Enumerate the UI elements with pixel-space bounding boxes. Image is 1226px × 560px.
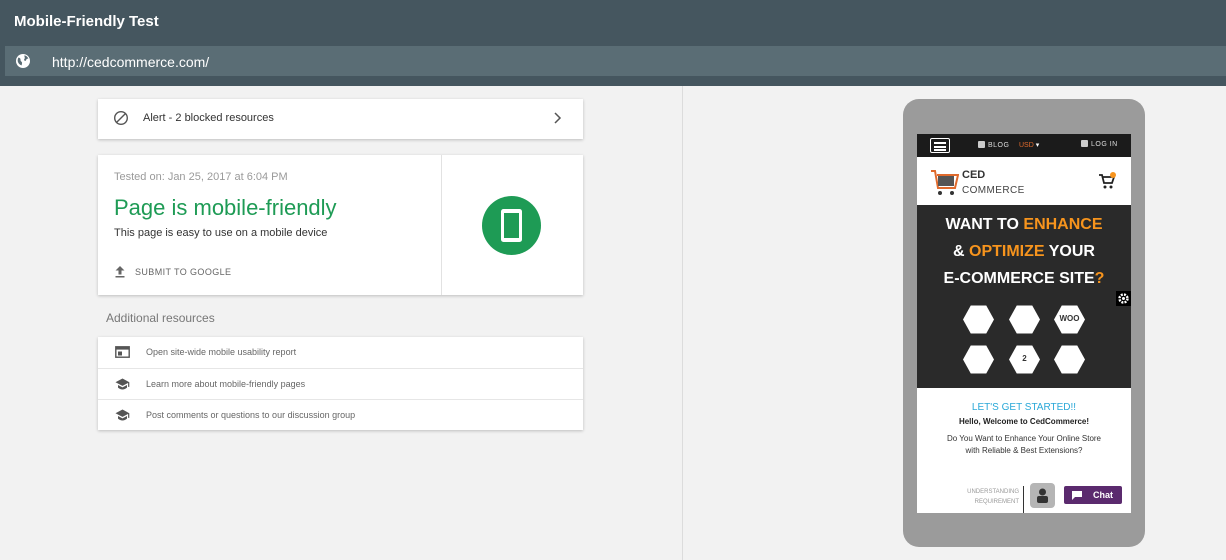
resource-item-label: Post comments or questions to our discus… xyxy=(146,410,356,420)
preview-brand-bottom: COMMERCE xyxy=(962,185,1025,196)
platform-hex-icon: WOO xyxy=(1054,305,1085,334)
chat-button[interactable]: Chat xyxy=(1064,486,1122,504)
preview-currency: USD ▾ xyxy=(1019,141,1039,149)
preview-brand-top: CED xyxy=(962,169,986,181)
blocked-icon xyxy=(113,110,129,126)
platform-hex-icon xyxy=(963,345,994,374)
resource-item-label: Open site-wide mobile usability report xyxy=(146,347,297,357)
hero-highlight: ? xyxy=(1094,270,1105,287)
resource-item-label: Learn more about mobile-friendly pages xyxy=(146,379,306,389)
platform-label: 2 xyxy=(1022,354,1027,363)
mobile-friendly-badge xyxy=(482,196,541,255)
caret-down-icon: ▾ xyxy=(1035,142,1040,149)
chevron-right-icon xyxy=(554,112,562,124)
login-icon xyxy=(1081,140,1088,147)
preview-hero-banner: WANT TO ENHANCE & OPTIMIZE YOUR E-COMMER… xyxy=(917,205,1131,388)
preview-question-line: with Reliable & Best Extensions? xyxy=(965,446,1083,455)
hero-text: WANT TO xyxy=(945,216,1024,233)
preview-login-link: LOG IN xyxy=(1081,140,1118,148)
resource-item-learn-more[interactable]: Learn more about mobile-friendly pages xyxy=(98,368,583,399)
report-icon xyxy=(115,346,130,358)
preview-lets-get-started: LET'S GET STARTED!! xyxy=(971,402,1077,413)
blocked-resources-alert[interactable]: Alert - 2 blocked resources xyxy=(98,99,583,139)
hero-line-1: WANT TO ENHANCE xyxy=(917,216,1131,234)
preview-top-bar: BLOG USD ▾ LOG IN xyxy=(917,134,1131,157)
preview-currency-label: USD xyxy=(1019,142,1034,149)
platform-hex-icon xyxy=(1054,345,1085,374)
chat-label: Chat xyxy=(1093,490,1113,500)
preview-hello: Hello, Welcome to CedCommerce! xyxy=(958,417,1090,426)
preview-question: Do You Want to Enhance Your Online Store… xyxy=(917,433,1131,457)
preview-blog-label: BLOG xyxy=(988,142,1010,149)
school-icon xyxy=(115,409,130,421)
result-card: Tested on: Jan 25, 2017 at 6:04 PM Page … xyxy=(98,155,583,295)
hero-highlight: ENHANCE xyxy=(1023,216,1103,233)
blog-icon xyxy=(978,141,985,148)
preview-login-label: LOG IN xyxy=(1091,141,1118,148)
school-icon xyxy=(115,378,130,390)
platform-hex-icon: 2 xyxy=(1009,345,1040,374)
alert-label: Alert - 2 blocked resources xyxy=(143,112,274,124)
preview-timeline-line xyxy=(1023,486,1024,513)
preview-understanding: UNDERSTANDING REQUIREMENT xyxy=(947,487,1019,507)
chat-bubble-icon xyxy=(1072,491,1082,500)
hero-highlight: OPTIMIZE xyxy=(969,243,1045,260)
card-separator xyxy=(441,155,442,295)
resource-item-discussion-group[interactable]: Post comments or questions to our discus… xyxy=(98,399,583,430)
hero-line-3: E-COMMERCE SITE? xyxy=(917,270,1131,288)
preview-blog-link: BLOG xyxy=(978,141,1009,149)
globe-icon xyxy=(16,54,30,68)
app-title: Mobile-Friendly Test xyxy=(14,13,159,30)
url-text: http://cedcommerce.com/ xyxy=(52,54,210,70)
hero-text: YOUR xyxy=(1044,243,1095,260)
panel-divider xyxy=(682,86,683,560)
hero-text: E-COMMERCE SITE xyxy=(943,270,1095,287)
understanding-line: UNDERSTANDING xyxy=(967,489,1019,495)
cart-icon xyxy=(1099,172,1116,189)
tested-on-date: Tested on: Jan 25, 2017 at 6:04 PM xyxy=(114,171,288,183)
url-bar[interactable]: http://cedcommerce.com/ xyxy=(5,46,1226,76)
resource-item-usability-report[interactable]: Open site-wide mobile usability report xyxy=(98,337,583,368)
platform-hex-icon xyxy=(963,305,994,334)
hero-line-2: & OPTIMIZE YOUR xyxy=(917,243,1131,261)
smartphone-icon xyxy=(501,209,522,242)
avatar xyxy=(1030,483,1055,508)
understanding-line: REQUIREMENT xyxy=(974,499,1019,505)
hamburger-menu-icon xyxy=(930,138,950,153)
verdict-description: This page is easy to use on a mobile dev… xyxy=(114,227,328,239)
top-bar: Mobile-Friendly Test http://cedcommerce.… xyxy=(0,0,1226,86)
cedcommerce-logo-icon xyxy=(931,170,959,195)
gear-icon xyxy=(1116,291,1131,306)
additional-resources-title: Additional resources xyxy=(106,311,215,325)
platform-label: WOO xyxy=(1059,314,1080,323)
submit-label: SUBMIT TO GOOGLE xyxy=(135,267,232,277)
upload-icon xyxy=(115,266,125,278)
page-preview-screen: BLOG USD ▾ LOG IN CED COMMERCE WANT TO E… xyxy=(917,134,1131,513)
additional-resources-list: Open site-wide mobile usability report L… xyxy=(98,337,583,430)
platform-hex-icon xyxy=(1009,305,1040,334)
hero-text: & xyxy=(953,243,970,260)
preview-question-line: Do You Want to Enhance Your Online Store xyxy=(946,434,1102,443)
verdict-title: Page is mobile-friendly xyxy=(114,195,337,220)
